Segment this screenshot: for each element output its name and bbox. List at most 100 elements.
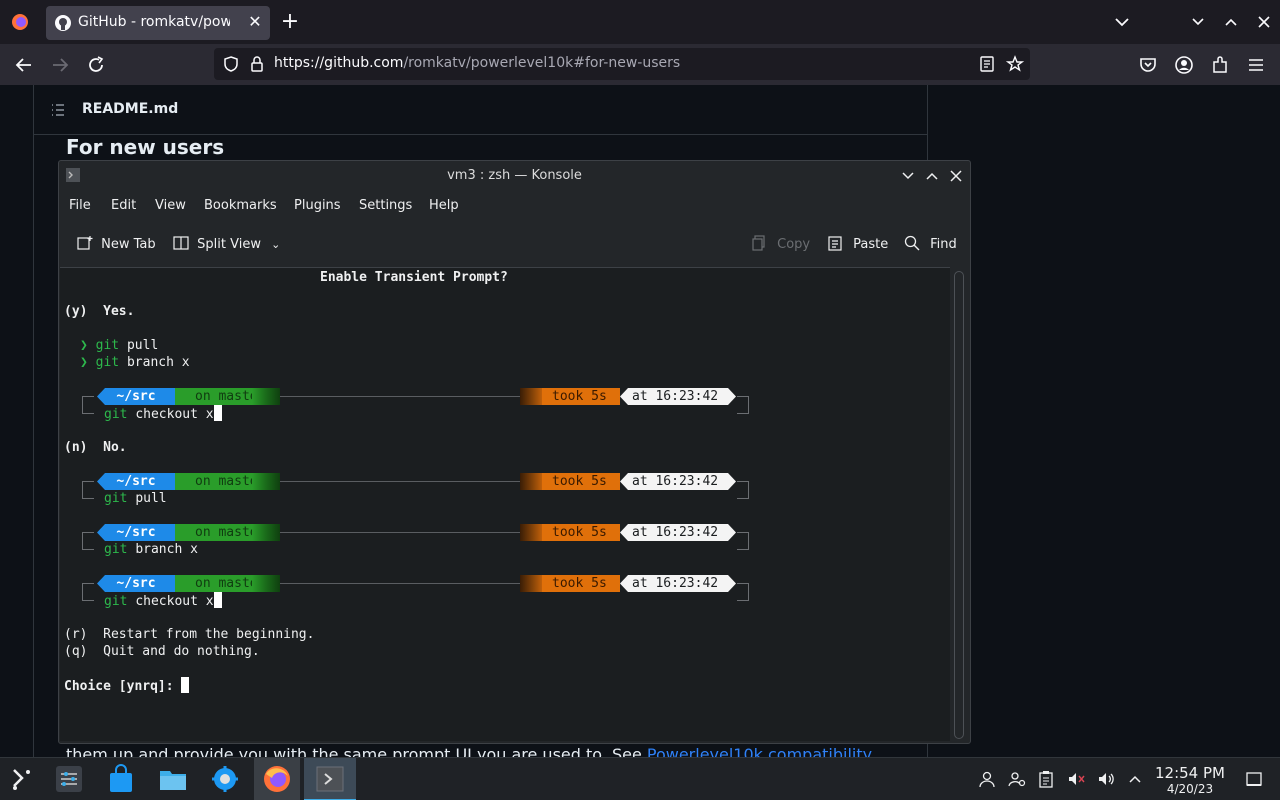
menu-settings[interactable]: Settings — [359, 198, 412, 213]
menu-file[interactable]: File — [69, 198, 91, 213]
system-gear-icon[interactable] — [210, 764, 240, 794]
menu-edit[interactable]: Edit — [111, 198, 136, 213]
back-icon[interactable] — [13, 54, 35, 76]
prompt-command: git branch x — [104, 541, 198, 558]
copy-icon — [752, 235, 765, 251]
command-args: checkout x — [135, 407, 214, 422]
prompt-command: git checkout x — [104, 592, 222, 610]
user-switch-icon[interactable] — [1008, 770, 1026, 788]
menu-help[interactable]: Help — [429, 198, 459, 213]
prompt-dir-segment: ~/src — [97, 524, 175, 541]
menu-hamburger-icon[interactable] — [1245, 54, 1267, 76]
new-tab-icon[interactable]: + — [280, 11, 300, 33]
git-word: git — [104, 407, 128, 422]
prompt-command: git checkout x — [104, 405, 222, 423]
option-quit: (q) Quit and do nothing. — [64, 644, 260, 659]
prompt-took-segment: took 5s — [520, 473, 620, 490]
shield-icon[interactable] — [222, 55, 240, 73]
prompt-frame-left — [82, 532, 94, 550]
maximize-icon[interactable] — [924, 168, 940, 184]
bookmark-star-icon[interactable] — [1006, 55, 1024, 73]
taskbar-konsole-entry[interactable] — [304, 758, 356, 800]
close-icon[interactable] — [948, 168, 964, 184]
url-bar[interactable]: https://github.com/romkatv/powerlevel10k… — [214, 48, 1030, 80]
browser-tab-bar: GitHub - romkatv/powerlevel10k ✕ + — [0, 0, 1280, 44]
list-all-tabs-icon[interactable] — [1112, 12, 1132, 32]
minimize-icon[interactable] — [900, 168, 916, 184]
command-args: pull — [135, 491, 167, 506]
example-cmd-2: branch x — [126, 355, 190, 370]
git-word: git — [104, 594, 128, 609]
close-window-icon[interactable] — [1254, 12, 1274, 32]
clock-time[interactable]: 12:54 PM — [1150, 764, 1230, 782]
prompt-vcs-segment: on master — [175, 524, 280, 541]
pocket-icon[interactable] — [1137, 54, 1159, 76]
user-icon[interactable] — [978, 770, 996, 788]
url-host: https://github.com — [274, 55, 404, 71]
menu-view[interactable]: View — [155, 198, 186, 213]
wizard-heading: Enable Transient Prompt? — [320, 270, 508, 285]
prompt-line: ~/src on master took 5s at 16:23:42 git … — [82, 524, 752, 558]
menu-bookmarks[interactable]: Bookmarks — [204, 198, 277, 213]
prompt-dir-segment: ~/src — [97, 473, 175, 490]
prompt-took-segment: took 5s — [520, 575, 620, 592]
taskbar: 12:54 PM 4/20/23 — [0, 757, 1280, 800]
menu-plugins[interactable]: Plugins — [294, 198, 341, 213]
discover-store-icon[interactable] — [106, 764, 136, 794]
git-word: git — [95, 355, 120, 370]
prompt-took-segment: took 5s — [520, 388, 620, 405]
file-manager-icon[interactable] — [158, 764, 188, 794]
url-text: https://github.com/romkatv/powerlevel10k… — [274, 55, 680, 73]
choice-label: Choice [ynrq]: — [64, 679, 182, 694]
close-tab-icon[interactable]: ✕ — [246, 13, 264, 31]
terminal-output[interactable]: Enable Transient Prompt? (y) Yes. ❯ git … — [60, 267, 950, 741]
example-cmd-1: pull — [126, 338, 159, 353]
prompt-time-segment: at 16:23:42 — [620, 524, 736, 541]
app-launcher-icon[interactable] — [8, 766, 34, 792]
list-icon[interactable] — [50, 102, 66, 118]
browser-tab-active[interactable]: GitHub - romkatv/powerlevel10k ✕ — [46, 6, 270, 40]
account-icon[interactable] — [1173, 54, 1195, 76]
forward-icon[interactable] — [49, 54, 71, 76]
prompt-frame-left — [82, 396, 94, 414]
lock-icon[interactable] — [248, 55, 266, 73]
paste-button[interactable]: Paste — [827, 235, 888, 252]
konsole-titlebar[interactable]: vm3 : zsh — Konsole — [59, 161, 970, 191]
reload-icon[interactable] — [85, 54, 107, 76]
new-tab-button[interactable]: New Tab — [77, 235, 156, 252]
split-view-label: Split View — [197, 237, 261, 252]
prompt-vcs-segment: on master — [175, 473, 280, 490]
reader-view-icon[interactable] — [978, 55, 996, 73]
copy-button[interactable]: Copy — [751, 235, 810, 252]
option-yes: (y) Yes. — [64, 304, 135, 319]
prompt-frame-left — [82, 583, 94, 601]
system-settings-icon[interactable] — [54, 764, 84, 794]
minimize-icon[interactable] — [1188, 12, 1208, 32]
maximize-icon[interactable] — [1221, 12, 1241, 32]
text-cursor — [213, 405, 222, 421]
github-icon — [55, 15, 71, 31]
extensions-icon[interactable] — [1209, 54, 1231, 76]
firefox-view-icon[interactable] — [10, 12, 30, 32]
new-tab-label: New Tab — [101, 237, 156, 252]
prompt-time-segment: at 16:23:42 — [620, 575, 736, 592]
git-word: git — [95, 338, 120, 353]
clock-date[interactable]: 4/20/23 — [1150, 782, 1230, 796]
readme-header: README.md — [34, 85, 927, 135]
chevron-up-icon[interactable] — [1126, 770, 1144, 788]
terminal-scrollbar[interactable] — [954, 271, 964, 739]
find-button[interactable]: Find — [904, 235, 957, 252]
example-line-2: ❯ git branch x — [80, 355, 190, 370]
prompt-command: git pull — [104, 490, 167, 507]
find-label: Find — [930, 237, 957, 252]
split-view-button[interactable]: Split View ⌄ — [173, 235, 280, 252]
volume-muted-icon[interactable] — [1067, 770, 1085, 788]
new-tab-icon — [77, 236, 93, 250]
text-cursor — [181, 677, 190, 693]
readme-title: README.md — [82, 101, 179, 117]
show-desktop-icon[interactable] — [1245, 770, 1263, 788]
prompt-gap-line — [280, 396, 520, 397]
volume-icon[interactable] — [1097, 770, 1115, 788]
clipboard-icon[interactable] — [1037, 770, 1055, 788]
taskbar-firefox-entry[interactable] — [254, 758, 300, 800]
